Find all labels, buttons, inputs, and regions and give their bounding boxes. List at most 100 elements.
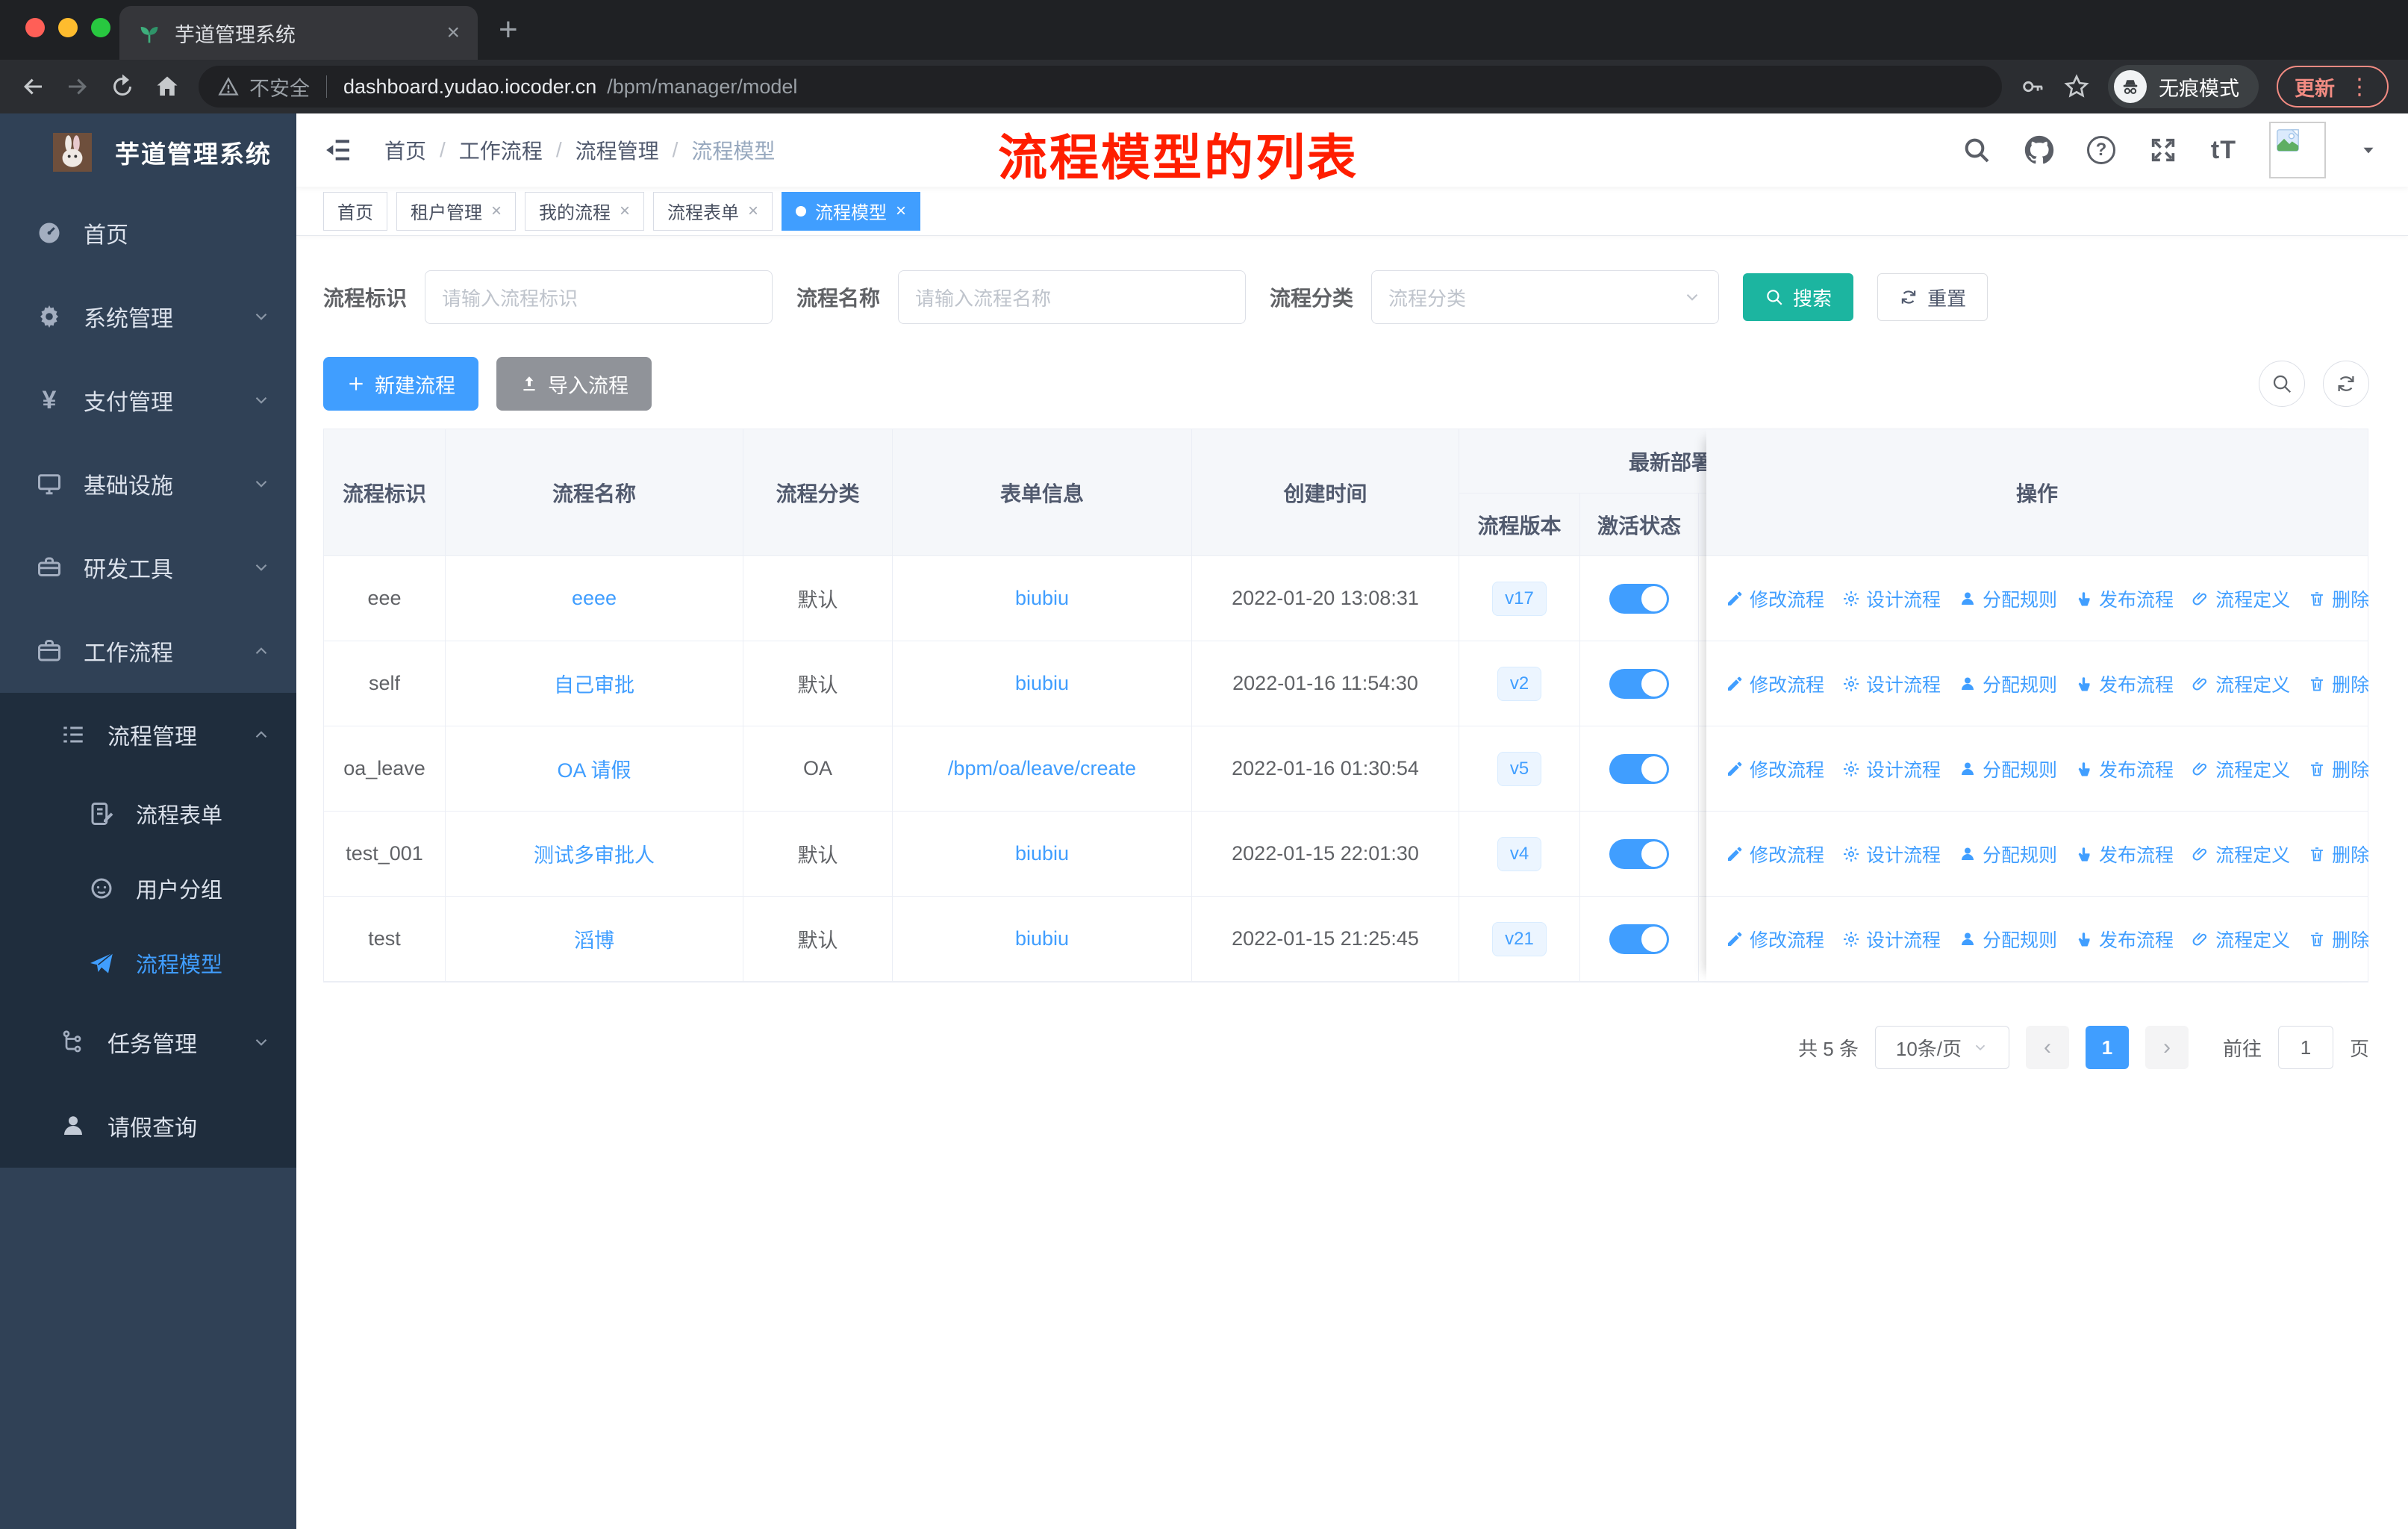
tab-close-icon[interactable]: × [446, 22, 460, 44]
toggle-search-button[interactable] [2259, 361, 2305, 407]
github-icon[interactable] [2024, 135, 2054, 165]
page-1-button[interactable]: 1 [2085, 1026, 2129, 1069]
next-page-button[interactable]: › [2145, 1026, 2189, 1069]
search-icon[interactable] [1962, 135, 1991, 165]
action-link-3[interactable]: 分配规则 [1959, 670, 2057, 697]
key-icon[interactable] [2020, 74, 2045, 99]
sidebar-item-system[interactable]: 系统管理 [0, 275, 296, 358]
help-icon[interactable]: ? [2086, 136, 2115, 164]
action-link-6[interactable]: 删除 [2308, 756, 2369, 782]
caret-down-icon[interactable] [2359, 140, 2378, 160]
action-link-2[interactable]: 设计流程 [1842, 926, 1941, 953]
action-link-3[interactable]: 分配规则 [1959, 926, 2057, 953]
form-link[interactable]: biubiu [1015, 842, 1069, 865]
refresh-table-button[interactable] [2323, 361, 2369, 407]
tag-process-form[interactable]: 流程表单 × [653, 191, 773, 231]
process-name-link[interactable]: 测试多审批人 [534, 839, 655, 868]
action-link-1[interactable]: 修改流程 [1726, 585, 1824, 612]
active-toggle[interactable] [1609, 668, 1669, 699]
action-link-4[interactable]: 发布流程 [2075, 841, 2174, 868]
active-toggle[interactable] [1609, 924, 1669, 954]
action-link-1[interactable]: 修改流程 [1726, 670, 1824, 697]
action-link-5[interactable]: 流程定义 [2192, 585, 2290, 612]
sidebar-item-workflow[interactable]: 工作流程 [0, 609, 296, 693]
sidebar-item-dev-tools[interactable]: 研发工具 [0, 526, 296, 609]
action-link-4[interactable]: 发布流程 [2075, 926, 2174, 953]
minimize-window-button[interactable] [58, 18, 78, 37]
tag-home[interactable]: 首页 [323, 191, 387, 231]
close-window-button[interactable] [25, 18, 45, 37]
update-button[interactable]: 更新 ⋮ [2277, 66, 2389, 108]
action-link-5[interactable]: 流程定义 [2192, 670, 2290, 697]
sidebar-item-process-management[interactable]: 流程管理 [0, 693, 296, 776]
home-icon[interactable] [154, 73, 181, 100]
security-label[interactable]: 不安全 [249, 72, 310, 102]
breadcrumb-item[interactable]: 首页 [384, 135, 426, 165]
action-link-1[interactable]: 修改流程 [1726, 926, 1824, 953]
breadcrumb-item[interactable]: 流程管理 [576, 135, 659, 165]
action-link-1[interactable]: 修改流程 [1726, 756, 1824, 782]
zoom-window-button[interactable] [91, 18, 110, 37]
sidebar-item-process-form[interactable]: 流程表单 [0, 776, 296, 851]
action-link-6[interactable]: 删除 [2308, 585, 2369, 612]
form-link[interactable]: biubiu [1015, 587, 1069, 610]
sidebar-item-leave-query[interactable]: 请假查询 [0, 1084, 296, 1168]
font-size-icon[interactable]: tT [2211, 136, 2236, 165]
action-link-4[interactable]: 发布流程 [2075, 756, 2174, 782]
tag-my-process[interactable]: 我的流程 × [525, 191, 645, 231]
process-name-link[interactable]: OA 请假 [557, 754, 631, 783]
action-link-5[interactable]: 流程定义 [2192, 926, 2290, 953]
close-icon[interactable]: × [748, 202, 758, 220]
create-process-button[interactable]: 新建流程 [323, 357, 478, 411]
search-button[interactable]: 搜索 [1743, 273, 1854, 321]
action-link-3[interactable]: 分配规则 [1959, 756, 2057, 782]
sidebar-item-task-management[interactable]: 任务管理 [0, 1000, 296, 1084]
bookmark-star-icon[interactable] [2063, 73, 2090, 100]
page-size-select[interactable]: 10条/页 [1874, 1026, 2009, 1069]
action-link-2[interactable]: 设计流程 [1842, 585, 1941, 612]
action-link-2[interactable]: 设计流程 [1842, 670, 1941, 697]
goto-page-input[interactable]: 1 [2277, 1026, 2333, 1069]
tag-tenant[interactable]: 租户管理 × [396, 191, 517, 231]
action-link-3[interactable]: 分配规则 [1959, 585, 2057, 612]
collapse-sidebar-icon[interactable] [323, 135, 353, 165]
tag-process-model[interactable]: 流程模型 × [782, 191, 921, 231]
active-toggle[interactable] [1609, 753, 1669, 784]
reset-button[interactable]: 重置 [1877, 273, 1989, 321]
address-bar[interactable]: 不安全 dashboard.yudao.iocoder.cn /bpm/mana… [199, 66, 2002, 108]
reload-icon[interactable] [109, 73, 136, 100]
action-link-4[interactable]: 发布流程 [2075, 585, 2174, 612]
action-link-3[interactable]: 分配规则 [1959, 841, 2057, 868]
browser-tab[interactable]: 芋道管理系统 × [119, 6, 478, 60]
forward-icon[interactable] [64, 73, 91, 100]
avatar[interactable] [2269, 122, 2326, 178]
import-process-button[interactable]: 导入流程 [496, 357, 652, 411]
action-link-6[interactable]: 删除 [2308, 670, 2369, 697]
sidebar-item-user-group[interactable]: 用户分组 [0, 851, 296, 926]
process-category-select[interactable]: 流程分类 [1371, 270, 1720, 324]
browser-menu-icon[interactable]: ⋮ [2348, 74, 2371, 100]
sidebar-item-home[interactable]: 首页 [0, 191, 296, 275]
form-link[interactable]: biubiu [1015, 672, 1069, 695]
close-icon[interactable]: × [491, 202, 502, 220]
action-link-5[interactable]: 流程定义 [2192, 756, 2290, 782]
sidebar-item-process-model[interactable]: 流程模型 [0, 926, 296, 1000]
breadcrumb-item[interactable]: 工作流程 [459, 135, 543, 165]
form-link[interactable]: biubiu [1015, 927, 1069, 950]
action-link-2[interactable]: 设计流程 [1842, 841, 1941, 868]
back-icon[interactable] [19, 73, 46, 100]
process-name-link[interactable]: 自己审批 [554, 669, 634, 698]
form-link[interactable]: /bpm/oa/leave/create [948, 757, 1136, 780]
close-icon[interactable]: × [620, 202, 630, 220]
fullscreen-icon[interactable] [2148, 135, 2178, 165]
active-toggle[interactable] [1609, 583, 1669, 614]
action-link-1[interactable]: 修改流程 [1726, 841, 1824, 868]
prev-page-button[interactable]: ‹ [2025, 1026, 2069, 1069]
close-icon[interactable]: × [896, 202, 906, 220]
sidebar-item-infrastructure[interactable]: 基础设施 [0, 442, 296, 526]
active-toggle[interactable] [1609, 838, 1669, 869]
action-link-4[interactable]: 发布流程 [2075, 670, 2174, 697]
process-name-input[interactable]: 请输入流程名称 [898, 270, 1247, 324]
action-link-5[interactable]: 流程定义 [2192, 841, 2290, 868]
sidebar-item-payment[interactable]: ¥ 支付管理 [0, 358, 296, 442]
